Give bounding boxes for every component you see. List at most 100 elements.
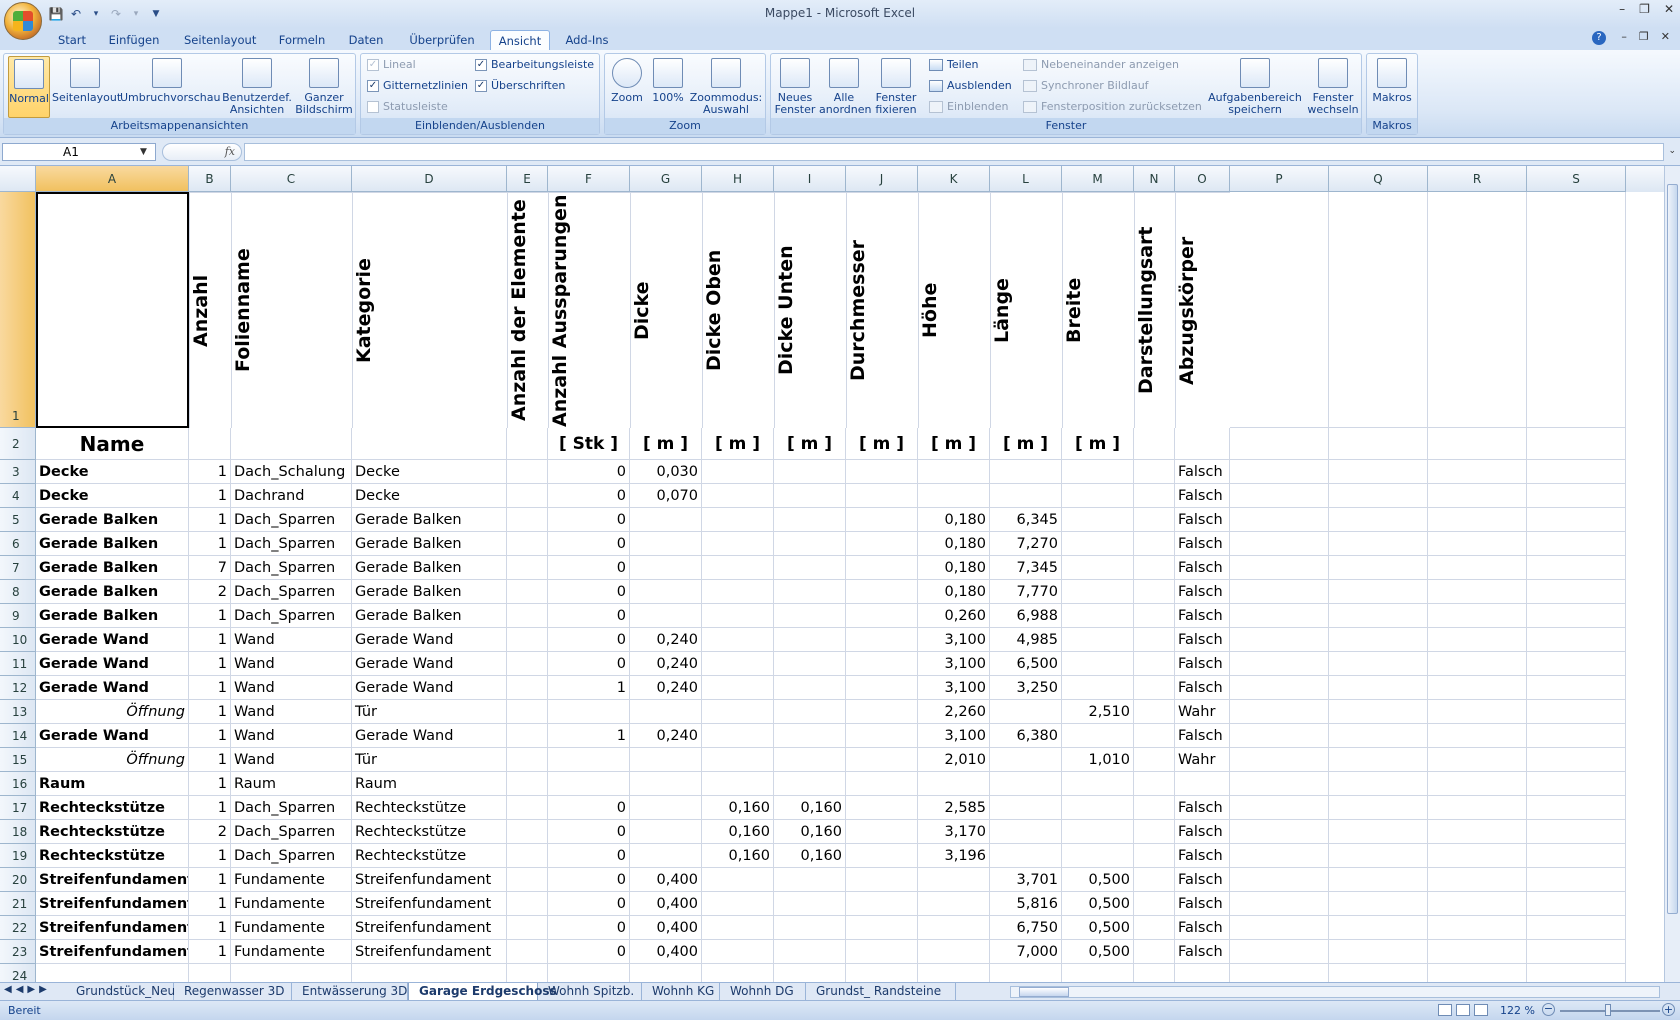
empty-cell[interactable] [1230, 892, 1329, 916]
cell-e22[interactable] [507, 916, 548, 940]
cell-a5[interactable]: Gerade Balken [36, 508, 189, 532]
empty-cell[interactable] [1230, 940, 1329, 964]
cell-h4[interactable] [702, 484, 774, 508]
office-button[interactable] [4, 2, 42, 40]
sheet-tab-4[interactable]: Garage Erdgeschoss [408, 983, 557, 1001]
empty-cell[interactable] [1230, 676, 1329, 700]
cell-e18[interactable] [507, 820, 548, 844]
row-header-15[interactable]: 15 [0, 748, 36, 772]
cell-c15[interactable]: Wand [231, 748, 352, 772]
horizontal-scroll-thumb[interactable] [1019, 987, 1069, 997]
cell-a14[interactable]: Gerade Wand [36, 724, 189, 748]
cell-b15[interactable]: 1 [189, 748, 231, 772]
empty-cell[interactable] [918, 964, 990, 982]
insert-function-button[interactable]: fx [162, 143, 242, 161]
cell-o6[interactable]: Falsch [1175, 532, 1230, 556]
cell-d17[interactable]: Rechteckstütze [352, 796, 507, 820]
cell-j12[interactable] [846, 676, 918, 700]
normal-view-icon[interactable] [1438, 1004, 1452, 1016]
zoom-100-button[interactable]: 100% [649, 56, 687, 118]
cell-k9[interactable]: 0,260 [918, 604, 990, 628]
cell-k7[interactable]: 0,180 [918, 556, 990, 580]
tab-einfuegen[interactable]: Einfügen [104, 30, 164, 50]
empty-cell[interactable] [1527, 676, 1626, 700]
empty-cell[interactable] [189, 964, 231, 982]
empty-cell[interactable] [1230, 748, 1329, 772]
empty-cell[interactable] [1230, 820, 1329, 844]
cell-f23[interactable]: 0 [548, 940, 630, 964]
save-workspace-button[interactable]: Aufgabenbereich speichern [1207, 56, 1303, 118]
row-header-14[interactable]: 14 [0, 724, 36, 748]
empty-cell[interactable] [1428, 604, 1527, 628]
row-header-2[interactable]: 2 [0, 428, 36, 460]
cell-a17[interactable]: Rechteckstütze [36, 796, 189, 820]
empty-cell[interactable] [1329, 892, 1428, 916]
cell-c16[interactable]: Raum [231, 772, 352, 796]
row-header-17[interactable]: 17 [0, 796, 36, 820]
cell-c17[interactable]: Dach_Sparren [231, 796, 352, 820]
header-cell-g[interactable]: Dicke [630, 192, 702, 428]
empty-cell[interactable] [1230, 916, 1329, 940]
cell-n23[interactable] [1134, 940, 1175, 964]
cell-l17[interactable] [990, 796, 1062, 820]
cell-g17[interactable] [630, 796, 702, 820]
cell-f12[interactable]: 1 [548, 676, 630, 700]
cell-g4[interactable]: 0,070 [630, 484, 702, 508]
cell-o13[interactable]: Wahr [1175, 700, 1230, 724]
formula-bar-checkbox[interactable]: ✓ Bearbeitungsleiste [475, 58, 594, 71]
formula-input[interactable] [244, 143, 1664, 161]
column-header-n[interactable]: N [1134, 166, 1175, 192]
header-cell-e[interactable]: Anzahl der Elemente [507, 192, 548, 428]
cell-e6[interactable] [507, 532, 548, 556]
cell-o9[interactable]: Falsch [1175, 604, 1230, 628]
cell-j13[interactable] [846, 700, 918, 724]
column-header-e[interactable]: E [507, 166, 548, 192]
empty-cell[interactable] [1230, 460, 1329, 484]
empty-cell[interactable] [1329, 676, 1428, 700]
sheet-tab-3[interactable]: Entwässerung 3D [292, 983, 408, 1001]
empty-cell[interactable] [990, 964, 1062, 982]
empty-cell[interactable] [1428, 772, 1527, 796]
cell-b14[interactable]: 1 [189, 724, 231, 748]
tab-ansicht[interactable]: Ansicht [490, 30, 550, 50]
cell-n11[interactable] [1134, 652, 1175, 676]
cell-l5[interactable]: 6,345 [990, 508, 1062, 532]
cell-i7[interactable] [774, 556, 846, 580]
cell-i20[interactable] [774, 868, 846, 892]
cell-i9[interactable] [774, 604, 846, 628]
cell-b5[interactable]: 1 [189, 508, 231, 532]
cell-g12[interactable]: 0,240 [630, 676, 702, 700]
cell-h16[interactable] [702, 772, 774, 796]
empty-cell[interactable] [1230, 556, 1329, 580]
cell-k22[interactable] [918, 916, 990, 940]
cell-d12[interactable]: Gerade Wand [352, 676, 507, 700]
reset-position-button[interactable]: Fensterposition zurücksetzen [1023, 100, 1202, 113]
empty-cell[interactable] [1527, 580, 1626, 604]
cell-k3[interactable] [918, 460, 990, 484]
empty-cell[interactable] [1329, 796, 1428, 820]
empty-cell[interactable] [1428, 892, 1527, 916]
restore-icon[interactable]: ❐ [1639, 2, 1650, 16]
unit-cell-j[interactable]: [ m ] [846, 428, 918, 460]
empty-cell[interactable] [1230, 508, 1329, 532]
cell-g5[interactable] [630, 508, 702, 532]
cell-j19[interactable] [846, 844, 918, 868]
cell-o12[interactable]: Falsch [1175, 676, 1230, 700]
header-cell-l[interactable]: Länge [990, 192, 1062, 428]
empty-cell[interactable] [1527, 604, 1626, 628]
empty-cell[interactable] [1428, 820, 1527, 844]
cell-a1[interactable] [36, 192, 189, 428]
cell-d21[interactable]: Streifenfundament [352, 892, 507, 916]
empty-cell[interactable] [1428, 532, 1527, 556]
cell-i15[interactable] [774, 748, 846, 772]
empty-cell[interactable] [1527, 724, 1626, 748]
cell-e15[interactable] [507, 748, 548, 772]
cell-n12[interactable] [1134, 676, 1175, 700]
cell-o16[interactable] [1175, 772, 1230, 796]
row-header-16[interactable]: 16 [0, 772, 36, 796]
cell-h7[interactable] [702, 556, 774, 580]
cell-j8[interactable] [846, 580, 918, 604]
cell-e20[interactable] [507, 868, 548, 892]
cell-c6[interactable]: Dach_Sparren [231, 532, 352, 556]
cell-f11[interactable]: 0 [548, 652, 630, 676]
